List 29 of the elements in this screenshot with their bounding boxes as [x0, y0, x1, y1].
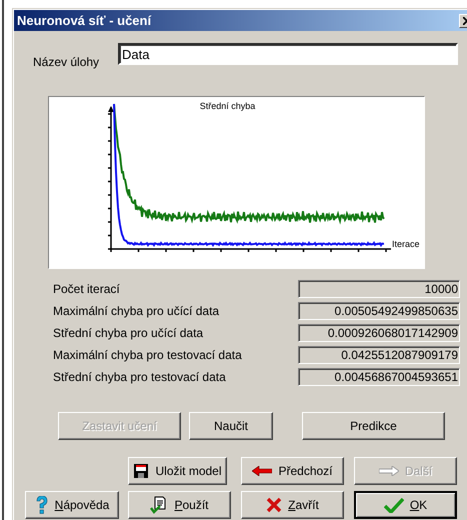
stat-value: 10000 — [298, 280, 460, 298]
stat-label: Střední chyba pro učící data — [53, 326, 204, 340]
stat-label: Počet iterací — [53, 282, 120, 296]
stat-value: 0.00505492499850635 — [298, 302, 460, 320]
help-button[interactable]: Nápověda — [25, 491, 119, 519]
task-name-label: Název úlohy — [33, 55, 100, 69]
checkmark-icon — [384, 497, 404, 513]
question-mark-icon — [34, 496, 49, 514]
cross-icon — [266, 497, 282, 513]
stat-label: Střední chyba pro testovací data — [53, 370, 226, 384]
close-button[interactable]: Zavřít — [241, 491, 344, 519]
action-button[interactable]: Naučit — [189, 412, 273, 440]
stat-value: 0.000926068017142909 — [298, 324, 460, 342]
action-button[interactable]: Predikce — [302, 412, 445, 440]
ok-button[interactable]: OK — [354, 491, 457, 519]
chart-title: Střední chyba — [200, 101, 256, 111]
document-check-icon — [150, 496, 168, 514]
right-arrow-icon — [378, 466, 399, 476]
stat-value: 0.00456867004593651 — [298, 368, 460, 386]
left-arrow-icon — [252, 466, 272, 476]
save-model-button[interactable]: Uložit model — [128, 457, 227, 485]
stat-label: Maximální chyba pro testovací data — [53, 348, 242, 362]
x-axis-label: Iterace — [392, 239, 420, 249]
apply-button[interactable]: Použít — [128, 491, 231, 519]
task-name-field[interactable]: Data — [118, 43, 458, 65]
window-title: Neuronová síť - učení — [17, 13, 152, 28]
previous-button[interactable]: Předchozí — [241, 457, 344, 485]
stat-value: 0.0425512087909179 — [298, 346, 460, 364]
stat-label: Maximální chyba pro učící data — [53, 304, 220, 318]
